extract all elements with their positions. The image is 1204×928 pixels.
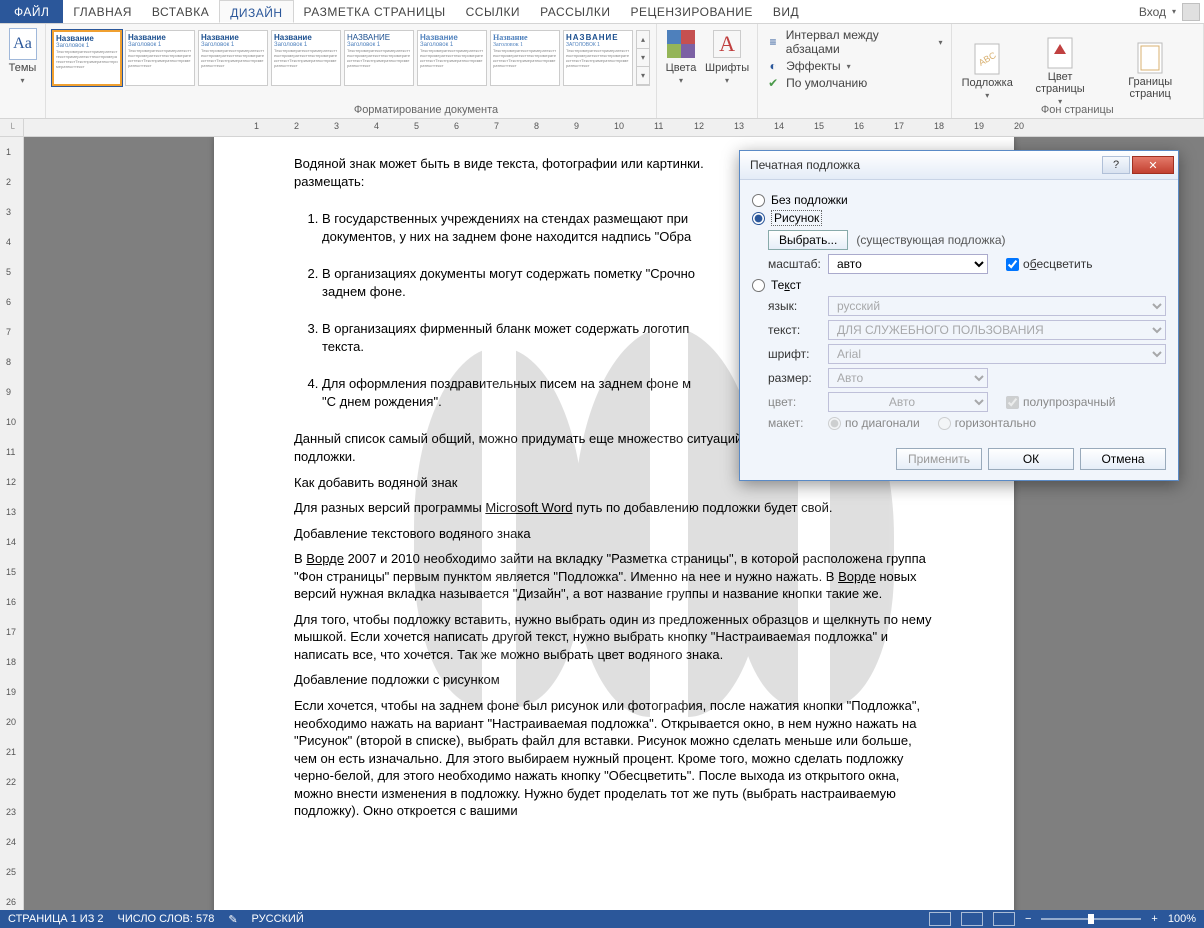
status-page[interactable]: СТРАНИЦА 1 ИЗ 2 <box>8 913 104 925</box>
ok-button[interactable]: ОК <box>988 448 1074 470</box>
page-color-button[interactable]: Цвет страницы▾ <box>1023 37 1098 106</box>
user-avatar-icon <box>1182 3 1200 21</box>
effects-icon: ◐ <box>766 59 780 73</box>
page-borders-button[interactable]: Границы страниц <box>1107 42 1193 100</box>
select-picture-button[interactable]: Выбрать... <box>768 230 848 250</box>
style-thumb[interactable]: НазваниеЗаголовок 1Текстпримератекстприм… <box>198 30 268 86</box>
scale-select[interactable]: авто <box>828 254 988 274</box>
semitransparent-checkbox: полупрозрачный <box>1006 395 1115 409</box>
colors-button[interactable]: Цвета▾ <box>665 28 697 85</box>
style-thumb[interactable]: НазваниеЗаголовок 1Текстпримератекстприм… <box>490 30 560 86</box>
default-button[interactable]: ✔По умолчанию <box>766 76 867 90</box>
status-proof-icon[interactable]: ✎ <box>228 913 237 926</box>
cancel-button[interactable]: Отмена <box>1080 448 1166 470</box>
effects-button[interactable]: ◐Эффекты▾ <box>766 59 851 73</box>
view-web-button[interactable] <box>993 912 1015 926</box>
tab-file[interactable]: ФАЙЛ <box>0 0 63 23</box>
size-select: Авто <box>828 368 988 388</box>
group-label-docformat: Форматирование документа <box>236 104 616 116</box>
tab-layout[interactable]: РАЗМЕТКА СТРАНИЦЫ <box>294 0 456 23</box>
page-borders-icon <box>1134 42 1166 74</box>
style-thumb[interactable]: НАЗВАНИЕЗАГОЛОВОК 1Текстпримератекстприм… <box>563 30 633 86</box>
check-icon: ✔ <box>766 76 780 90</box>
status-lang[interactable]: РУССКИЙ <box>252 913 304 925</box>
washout-checkbox[interactable]: обесцветить <box>1006 257 1092 271</box>
tab-home[interactable]: ГЛАВНАЯ <box>63 0 142 23</box>
fonts-button[interactable]: AШрифты▾ <box>705 28 749 85</box>
watermark-button[interactable]: ABCПодложка▾ <box>962 43 1013 100</box>
zoom-out-button[interactable]: − <box>1025 913 1031 925</box>
tab-mailings[interactable]: РАССЫЛКИ <box>530 0 620 23</box>
tab-insert[interactable]: ВСТАВКА <box>142 0 219 23</box>
ruler-vertical[interactable]: 1234567891011121314151617181920212223242… <box>0 137 24 910</box>
zoom-level[interactable]: 100% <box>1168 913 1196 925</box>
login-link[interactable]: Вход ▾ <box>1135 0 1204 23</box>
page-color-icon <box>1044 37 1076 69</box>
horizontal-radio: горизонтально <box>938 416 1036 430</box>
text-select: ДЛЯ СЛУЖЕБНОГО ПОЛЬЗОВАНИЯ <box>828 320 1166 340</box>
ribbon: Aa Темы ▾ НазваниеЗаголовок 1Текстпример… <box>0 24 1204 119</box>
diagonal-radio: по диагонали <box>828 416 920 430</box>
tab-view[interactable]: ВИД <box>763 0 809 23</box>
tab-bar: ФАЙЛ ГЛАВНАЯ ВСТАВКА ДИЗАЙН РАЗМЕТКА СТР… <box>0 0 1204 24</box>
themes-button[interactable]: Aa Темы ▾ <box>5 28 41 85</box>
view-print-button[interactable] <box>961 912 983 926</box>
gallery-spinner[interactable]: ▴▾▾ <box>636 30 650 86</box>
help-button[interactable]: ? <box>1102 156 1130 174</box>
style-thumb[interactable]: НазваниеЗаголовок 1Текстпримератекстприм… <box>52 30 122 86</box>
tab-review[interactable]: РЕЦЕНЗИРОВАНИЕ <box>620 0 762 23</box>
view-read-button[interactable] <box>929 912 951 926</box>
watermark-dialog: Печатная подложка ? ✕ Без подложки Рисун… <box>739 150 1179 481</box>
lang-select: русский <box>828 296 1166 316</box>
spacing-icon: ≡ <box>766 35 780 49</box>
radio-picture[interactable]: Рисунок <box>752 210 1166 226</box>
ruler-horizontal[interactable]: 1234567891011121314151617181920 <box>24 119 1204 137</box>
tab-links[interactable]: ССЫЛКИ <box>456 0 530 23</box>
font-select: Arial <box>828 344 1166 364</box>
style-thumb[interactable]: НазваниеЗаголовок 1Текстпримератекстприм… <box>125 30 195 86</box>
zoom-slider[interactable] <box>1041 918 1141 920</box>
style-thumb[interactable]: НазваниеЗаголовок 1Текстпримератекстприм… <box>271 30 341 86</box>
group-label-pagebg: Фон страницы <box>952 104 1203 116</box>
apply-button: Применить <box>896 448 982 470</box>
close-button[interactable]: ✕ <box>1132 156 1174 174</box>
ruler-corner: └ <box>0 119 24 137</box>
styles-gallery[interactable]: НазваниеЗаголовок 1Текстпримератекстприм… <box>52 28 650 86</box>
style-thumb[interactable]: НазваниеЗаголовок 1Текстпримератекстприм… <box>417 30 487 86</box>
radio-text[interactable]: Текст <box>752 278 1166 292</box>
watermark-icon: ABC <box>971 43 1003 75</box>
tab-design[interactable]: ДИЗАЙН <box>219 0 293 23</box>
radio-no-watermark[interactable]: Без подложки <box>752 193 1166 207</box>
zoom-in-button[interactable]: + <box>1151 913 1157 925</box>
style-thumb[interactable]: НАЗВАНИЕЗаголовок 1Текстпримератекстприм… <box>344 30 414 86</box>
status-bar: СТРАНИЦА 1 ИЗ 2 ЧИСЛО СЛОВ: 578 ✎ РУССКИ… <box>0 910 1204 928</box>
paragraph-spacing-button[interactable]: ≡Интервал между абзацами▾ <box>766 28 942 56</box>
status-words[interactable]: ЧИСЛО СЛОВ: 578 <box>118 913 215 925</box>
color-select: Авто <box>828 392 988 412</box>
dialog-titlebar[interactable]: Печатная подложка ? ✕ <box>740 151 1178 179</box>
